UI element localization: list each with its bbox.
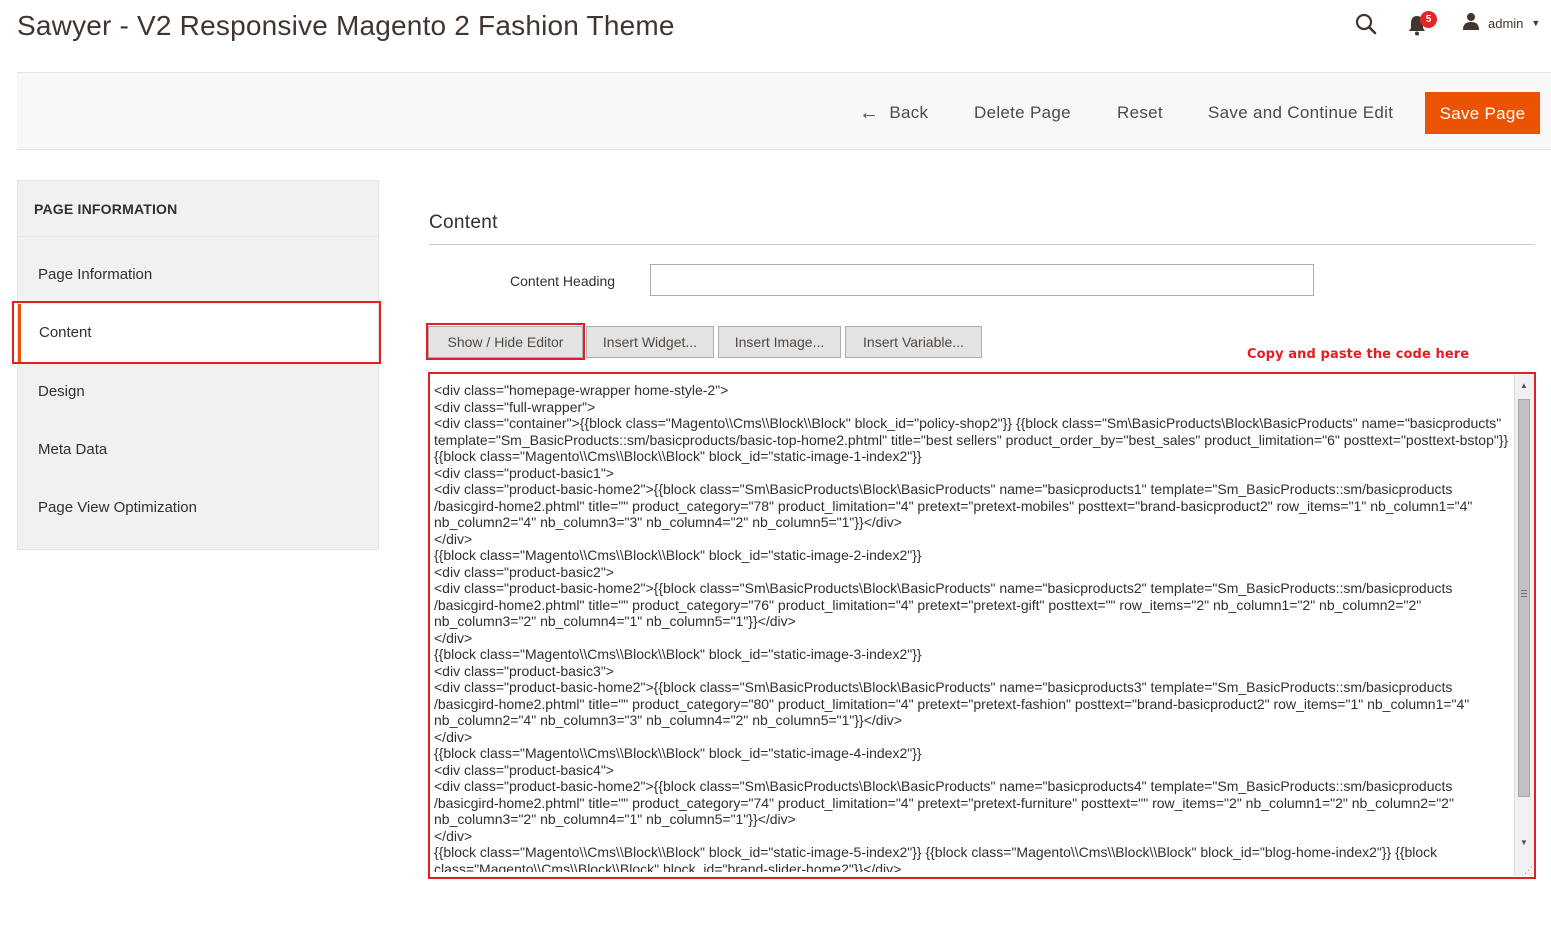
- insert-variable-button[interactable]: Insert Variable...: [845, 326, 982, 358]
- insert-image-button[interactable]: Insert Image...: [718, 326, 841, 358]
- scroll-up-icon[interactable]: ▲: [1515, 377, 1533, 395]
- sidebar-item-page-view-optimization[interactable]: Page View Optimization: [18, 479, 378, 537]
- page-title: Sawyer - V2 Responsive Magento 2 Fashion…: [17, 10, 675, 41]
- resize-handle-icon[interactable]: ⋰: [1521, 864, 1533, 876]
- show-hide-editor-button[interactable]: Show / Hide Editor: [428, 326, 583, 358]
- delete-page-button[interactable]: Delete Page: [974, 92, 1071, 134]
- scroll-down-icon[interactable]: ▼: [1515, 834, 1533, 852]
- content-heading-label: Content Heading: [510, 273, 616, 289]
- reset-button[interactable]: Reset: [1117, 92, 1163, 134]
- notification-count-badge[interactable]: 5: [1420, 11, 1437, 28]
- sidebar-item-design[interactable]: Design: [18, 363, 378, 421]
- vertical-scrollbar[interactable]: ▲ ▼: [1514, 375, 1533, 876]
- save-page-button[interactable]: Save Page: [1425, 92, 1540, 134]
- content-heading-input[interactable]: [650, 264, 1314, 296]
- content-editor-textarea[interactable]: <div class="homepage-wrapper home-style-…: [428, 372, 1536, 879]
- user-name: admin: [1488, 15, 1524, 31]
- scrollbar-thumb[interactable]: [1518, 399, 1530, 797]
- arrow-left-icon: ←: [859, 102, 880, 124]
- annotation-text: Copy and paste the code here: [1247, 347, 1470, 362]
- section-divider: [429, 244, 1535, 245]
- page-actions-bar: ← Back Delete Page Reset Save and Contin…: [17, 72, 1551, 150]
- grip-icon: [1521, 590, 1527, 597]
- content-code[interactable]: <div class="homepage-wrapper home-style-…: [434, 382, 1516, 872]
- back-button[interactable]: ← Back: [859, 92, 928, 134]
- user-icon: [1462, 12, 1480, 35]
- save-and-continue-button[interactable]: Save and Continue Edit: [1208, 92, 1393, 134]
- sidebar-item-meta-data[interactable]: Meta Data: [18, 421, 378, 479]
- user-menu[interactable]: admin ▼: [1462, 12, 1540, 34]
- caret-down-icon: ▼: [1531, 18, 1541, 28]
- insert-widget-button[interactable]: Insert Widget...: [586, 326, 714, 358]
- sidebar-title: PAGE INFORMATION: [18, 181, 378, 237]
- page-sidebar: PAGE INFORMATION Page Information Conten…: [17, 180, 379, 550]
- sidebar-item-content[interactable]: Content: [18, 304, 378, 362]
- sidebar-item-page-information[interactable]: Page Information: [18, 246, 378, 304]
- section-title: Content: [429, 212, 498, 233]
- header-actions: 5 admin ▼: [1331, 0, 1551, 48]
- search-icon[interactable]: [1354, 12, 1378, 36]
- back-button-label: Back: [889, 103, 929, 122]
